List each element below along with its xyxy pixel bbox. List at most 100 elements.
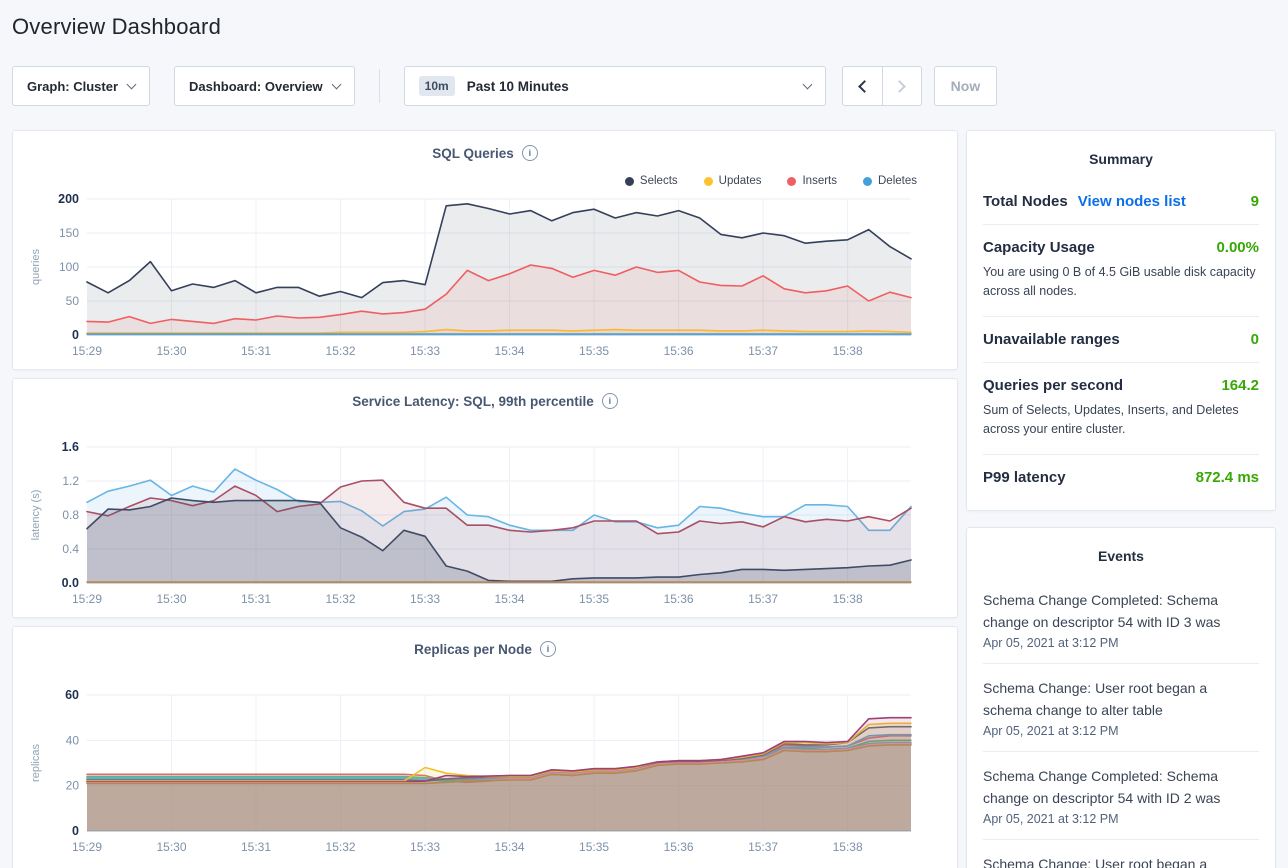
chart-title: Service Latency: SQL, 99th percentile i — [13, 393, 957, 409]
time-range-picker[interactable]: 10m Past 10 Minutes — [404, 66, 826, 106]
unavailable-ranges-label: Unavailable ranges — [983, 331, 1120, 348]
legend-label: Deletes — [878, 175, 917, 187]
legend-label: Selects — [640, 175, 678, 187]
svg-text:15:34: 15:34 — [495, 344, 525, 358]
svg-text:15:33: 15:33 — [410, 592, 440, 606]
svg-text:15:37: 15:37 — [748, 344, 778, 358]
p99-latency-value: 872.4 ms — [1196, 469, 1259, 486]
event-item: Schema Change Completed: Schema change o… — [983, 751, 1259, 839]
legend-dot-icon — [787, 177, 796, 186]
svg-text:40: 40 — [66, 733, 80, 747]
svg-text:15:35: 15:35 — [579, 840, 609, 854]
event-item: Schema Change: User root began a schema … — [983, 839, 1259, 868]
capacity-usage-desc: You are using 0 B of 4.5 GiB usable disk… — [983, 263, 1259, 302]
svg-text:15:35: 15:35 — [579, 344, 609, 358]
svg-text:15:30: 15:30 — [156, 344, 186, 358]
legend-item-inserts[interactable]: Inserts — [787, 175, 837, 187]
legend-item-selects[interactable]: Selects — [625, 175, 678, 187]
legend-dot-icon — [704, 177, 713, 186]
info-icon[interactable]: i — [522, 145, 538, 161]
svg-text:15:34: 15:34 — [495, 840, 525, 854]
capacity-usage-value: 0.00% — [1216, 239, 1259, 256]
svg-text:15:33: 15:33 — [410, 344, 440, 358]
event-text: Schema Change: User root began a schema … — [983, 853, 1259, 868]
svg-text:150: 150 — [59, 226, 79, 240]
time-step-buttons — [842, 66, 922, 106]
legend-dot-icon — [863, 177, 872, 186]
svg-text:0.0: 0.0 — [62, 576, 79, 590]
info-icon[interactable]: i — [602, 393, 618, 409]
svg-text:15:29: 15:29 — [72, 344, 102, 358]
unavailable-ranges-value: 0 — [1251, 331, 1259, 348]
svg-text:15:36: 15:36 — [664, 344, 694, 358]
svg-text:50: 50 — [66, 294, 80, 308]
legend-item-updates[interactable]: Updates — [704, 175, 762, 187]
summary-row-qps: Queries per second 164.2 Sum of Selects,… — [983, 363, 1259, 455]
chart-title-text: SQL Queries — [432, 146, 514, 161]
chevron-down-icon — [127, 79, 137, 89]
sql-queries-chart-card: SQL Queries i Selects Updates Inserts Delet… — [12, 130, 958, 370]
svg-text:15:29: 15:29 — [72, 840, 102, 854]
svg-text:0.4: 0.4 — [62, 542, 79, 556]
chevron-down-icon — [802, 79, 812, 89]
svg-text:15:32: 15:32 — [326, 592, 356, 606]
total-nodes-label: Total Nodes — [983, 193, 1068, 210]
svg-text:200: 200 — [58, 192, 79, 206]
summary-panel: Summary Total Nodes View nodes list 9 Ca… — [966, 130, 1276, 511]
legend-label: Updates — [719, 175, 762, 187]
svg-text:15:35: 15:35 — [579, 592, 609, 606]
info-icon[interactable]: i — [540, 641, 556, 657]
events-panel: Events Schema Change Completed: Schema c… — [966, 527, 1276, 868]
replicas-per-node-chart[interactable]: 020406015:2915:3015:3115:3215:3315:3415:… — [25, 683, 941, 863]
chevron-down-icon — [331, 79, 341, 89]
svg-text:15:36: 15:36 — [664, 840, 694, 854]
event-timestamp: Apr 05, 2021 at 3:12 PM — [983, 636, 1259, 650]
svg-text:100: 100 — [59, 260, 79, 274]
event-timestamp: Apr 05, 2021 at 3:12 PM — [983, 812, 1259, 826]
summary-row-unavailable: Unavailable ranges 0 — [983, 317, 1259, 363]
page: Overview Dashboard Graph: Cluster Dashbo… — [0, 14, 1288, 868]
event-text: Schema Change Completed: Schema change o… — [983, 589, 1259, 633]
svg-text:15:38: 15:38 — [833, 592, 863, 606]
total-nodes-value: 9 — [1251, 193, 1259, 210]
svg-text:15:37: 15:37 — [748, 840, 778, 854]
graph-dropdown[interactable]: Graph: Cluster — [12, 66, 150, 106]
chart-title-text: Service Latency: SQL, 99th percentile — [352, 394, 594, 409]
summary-row-p99: P99 latency 872.4 ms — [983, 455, 1259, 500]
legend-label: Inserts — [802, 175, 837, 187]
svg-text:queries: queries — [30, 248, 42, 285]
now-button[interactable]: Now — [934, 66, 998, 106]
chevron-right-icon — [893, 80, 906, 93]
svg-text:1.6: 1.6 — [62, 440, 79, 454]
charts-column: SQL Queries i Selects Updates Inserts Delet… — [12, 130, 958, 868]
svg-text:15:37: 15:37 — [748, 592, 778, 606]
graph-dropdown-label: Graph: Cluster — [27, 79, 118, 94]
svg-text:15:33: 15:33 — [410, 840, 440, 854]
view-nodes-list-link[interactable]: View nodes list — [1078, 193, 1186, 210]
sql-legend: Selects Updates Inserts Deletes — [625, 175, 917, 187]
event-text: Schema Change: User root began a schema … — [983, 677, 1259, 721]
events-list: Schema Change Completed: Schema change o… — [983, 576, 1259, 868]
event-item: Schema Change Completed: Schema change o… — [983, 576, 1259, 663]
qps-label: Queries per second — [983, 377, 1123, 394]
svg-text:0: 0 — [72, 328, 79, 342]
dashboard-dropdown[interactable]: Dashboard: Overview — [174, 66, 355, 106]
service-latency-chart[interactable]: 0.00.40.81.21.615:2915:3015:3115:3215:33… — [25, 435, 941, 615]
legend-item-deletes[interactable]: Deletes — [863, 175, 917, 187]
svg-text:20: 20 — [66, 779, 80, 793]
sql-queries-chart[interactable]: 0 50 100 150 200 15:29 15:30 15:31 15:32 15:33 15:… — [25, 187, 941, 367]
chevron-left-icon — [858, 80, 871, 93]
svg-text:15:31: 15:31 — [241, 344, 271, 358]
time-range-badge: 10m — [419, 76, 455, 96]
qps-value: 164.2 — [1221, 377, 1259, 394]
summary-row-capacity: Capacity Usage 0.00% You are using 0 B o… — [983, 225, 1259, 317]
sidebar: Summary Total Nodes View nodes list 9 Ca… — [966, 130, 1276, 868]
time-back-button[interactable] — [843, 67, 882, 105]
svg-text:15:36: 15:36 — [664, 592, 694, 606]
replicas-per-node-chart-card: Replicas per Node i 020406015:2915:3015:… — [12, 626, 958, 868]
svg-text:15:30: 15:30 — [156, 840, 186, 854]
time-forward-button[interactable] — [882, 67, 921, 105]
chart-title-text: Replicas per Node — [414, 642, 532, 657]
svg-text:15:32: 15:32 — [326, 344, 356, 358]
svg-text:replicas: replicas — [30, 744, 42, 782]
